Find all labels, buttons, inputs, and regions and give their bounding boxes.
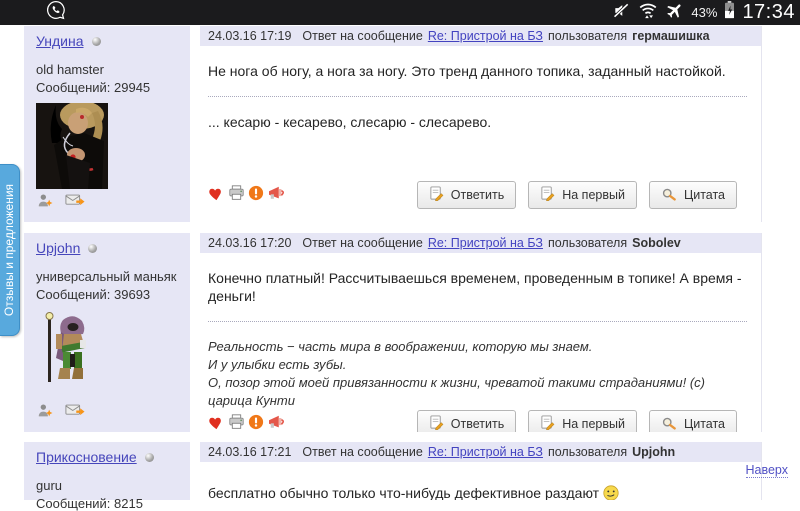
user-status-icon [144, 452, 154, 462]
post-paragraph: бесплатно обычно только что-нибудь дефек… [208, 484, 747, 500]
post-divider [208, 321, 747, 322]
first-post-icon [540, 415, 555, 432]
post-header: 24.03.16 17:20 Ответ на сообщение Re: Пр… [200, 233, 761, 253]
forum-post: 24.03.16 17:19 Ответ на сообщение Re: Пр… [200, 26, 762, 222]
post-date: 24.03.16 17:21 [208, 445, 292, 459]
user-name-link[interactable]: Прикосновение [36, 449, 137, 465]
feedback-tab-label: Отзывы и предложения [2, 183, 17, 317]
user-label: пользователя [547, 29, 628, 43]
user-label: пользователя [547, 236, 628, 250]
smirk-smiley-icon [603, 485, 619, 500]
reply-author: гермашишка [632, 29, 710, 43]
reply-button-label: Ответить [450, 417, 505, 431]
post-date: 24.03.16 17:20 [208, 236, 292, 250]
quote-button-label: Цитата [683, 417, 725, 431]
complain-megaphone-icon[interactable] [267, 185, 287, 205]
battery-charging-icon [724, 1, 735, 24]
user-title: old hamster [36, 62, 104, 77]
topic-link[interactable]: Re: Пристрой на БЗ [428, 236, 543, 250]
first-post-icon [540, 186, 555, 204]
android-status-bar: 43% 17:34 [0, 0, 800, 25]
quote-button[interactable]: Цитата [648, 410, 737, 433]
reply-author: Upjohn [632, 445, 676, 459]
post-paragraph: Не нога об ногу, а нога за ногу. Это тре… [208, 63, 726, 79]
user-name-link[interactable]: Ундина [36, 33, 84, 49]
reply-label: Ответ на сообщение [302, 236, 423, 250]
user-title: guru [36, 478, 63, 493]
post-divider [208, 96, 747, 97]
post-actions: Ответить На первый Цитата [208, 181, 747, 216]
warning-icon[interactable] [248, 185, 264, 205]
user-name-link[interactable]: Upjohn [36, 240, 80, 256]
post-header: 24.03.16 17:19 Ответ на сообщение Re: Пр… [200, 26, 761, 46]
forum-post: 24.03.16 17:21 Ответ на сообщение Re: Пр… [200, 442, 762, 500]
first-post-button[interactable]: На первый [528, 181, 637, 209]
feedback-tab[interactable]: Отзывы и предложения [0, 164, 20, 336]
reply-author: Sobolev [632, 236, 681, 250]
post-paragraph-text: бесплатно обычно только что-нибудь дефек… [208, 485, 600, 500]
post-body: бесплатно обычно только что-нибудь дефек… [200, 462, 761, 500]
whatsapp-notification-icon [46, 0, 66, 25]
send-message-icon[interactable] [65, 403, 86, 423]
add-contact-icon[interactable] [36, 403, 54, 423]
first-post-button[interactable]: На первый [528, 410, 637, 432]
reply-edit-icon [429, 186, 444, 204]
complain-megaphone-icon[interactable] [267, 414, 287, 432]
post-body: Конечно платный! Рассчитываешься времене… [200, 253, 761, 432]
like-heart-icon[interactable] [208, 185, 225, 205]
print-icon[interactable] [228, 185, 245, 205]
user-avatar [36, 310, 182, 393]
user-title: универсальный маньяк [36, 269, 177, 284]
forum-post: 24.03.16 17:20 Ответ на сообщение Re: Пр… [200, 233, 762, 432]
quote-button-label: Цитата [683, 188, 725, 202]
user-panel: Ундина old hamster Сообщений: 29945 [24, 26, 190, 222]
quote-icon [661, 416, 677, 433]
post-header: 24.03.16 17:21 Ответ на сообщение Re: Пр… [200, 442, 761, 462]
first-post-button-label: На первый [562, 417, 625, 431]
user-panel: Прикосновение guru Сообщений: 8215 [24, 442, 190, 511]
reply-button-label: Ответить [450, 188, 505, 202]
reply-button[interactable]: Ответить [416, 181, 517, 209]
user-post-count: Сообщений: 29945 [36, 80, 151, 95]
battery-percent: 43% [691, 5, 718, 20]
post-actions: Ответить На первый Цитата [208, 410, 747, 432]
user-label: пользователя [547, 445, 628, 459]
add-contact-icon[interactable] [36, 193, 54, 213]
user-post-count: Сообщений: 39693 [36, 287, 151, 302]
topic-link[interactable]: Re: Пристрой на БЗ [428, 29, 543, 43]
status-time: 17:34 [742, 1, 795, 23]
signature-line: О, позор этой моей привязанности к жизни… [208, 375, 705, 408]
post-paragraph: Конечно платный! Рассчитываешься времене… [208, 270, 742, 304]
print-icon[interactable] [228, 414, 245, 432]
user-status-icon [91, 36, 101, 46]
wifi-icon [638, 1, 658, 24]
signature-line: И у улыбки есть зубы. [208, 357, 347, 372]
user-post-count: Сообщений: 8215 [36, 496, 143, 511]
user-panel: Upjohn универсальный маньяк Сообщений: 3… [24, 233, 190, 432]
like-heart-icon[interactable] [208, 414, 225, 432]
signature-line: Реальность − часть мира в воображении, к… [208, 339, 593, 354]
airplane-mode-icon [665, 1, 684, 25]
post-paragraph: ... кесарю - кесарево, слесарю - слесаре… [208, 114, 492, 130]
reply-label: Ответ на сообщение [302, 29, 423, 43]
user-status-icon [88, 243, 98, 253]
first-post-button-label: На первый [562, 188, 625, 202]
to-top-link[interactable]: Наверх [745, 463, 788, 478]
reply-edit-icon [429, 415, 444, 432]
user-avatar [36, 101, 182, 194]
post-date: 24.03.16 17:19 [208, 29, 292, 43]
mute-icon [612, 1, 631, 24]
warning-icon[interactable] [248, 414, 264, 432]
topic-link[interactable]: Re: Пристрой на БЗ [428, 445, 543, 459]
post-body: Не нога об ногу, а нога за ногу. Это тре… [200, 46, 761, 222]
reply-button[interactable]: Ответить [416, 410, 517, 432]
send-message-icon[interactable] [65, 193, 86, 213]
quote-button[interactable]: Цитата [648, 181, 737, 209]
reply-label: Ответ на сообщение [302, 445, 423, 459]
quote-icon [661, 187, 677, 204]
